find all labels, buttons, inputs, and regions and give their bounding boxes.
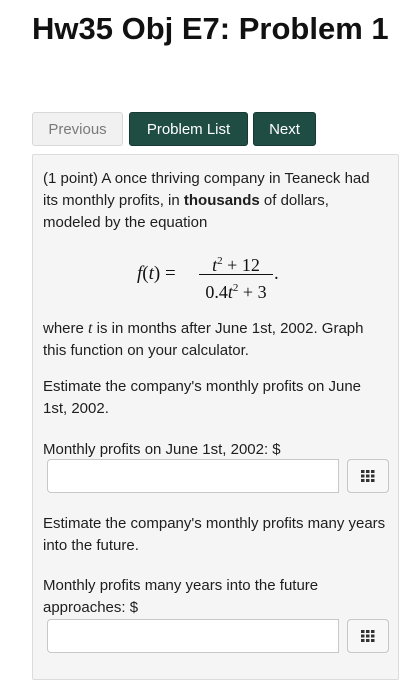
keypad-button-1[interactable]	[347, 459, 389, 493]
problem-panel: (1 point) A once thriving company in Tea…	[32, 154, 399, 680]
previous-button[interactable]: Previous	[32, 112, 123, 146]
bold-thousands: thousands	[183, 192, 260, 209]
answer-row-2	[47, 619, 389, 653]
estimate-prompt-2: Estimate the company's monthly profits m…	[43, 515, 386, 554]
estimate-prompt-1: Estimate the company's monthly profits o…	[43, 378, 362, 417]
answer-label-2: Monthly profits many years into the futu…	[43, 577, 319, 616]
equation-fraction: t2 + 12 0.4t2 + 3	[199, 249, 273, 302]
problem-nav: Previous Problem List Next	[32, 112, 316, 146]
answer-row-1	[47, 459, 389, 493]
profit-equation: f(t) = t2 + 12 0.4t2 + 3 .	[137, 249, 317, 302]
page-title: Hw35 Obj E7: Problem 1	[32, 11, 389, 46]
answer-label-1: Monthly profits on June 1st, 2002: $	[43, 441, 281, 458]
equation-numerator: t2 + 12	[212, 255, 260, 275]
equation-lhs: f(t) =	[137, 263, 176, 284]
next-button[interactable]: Next	[253, 112, 316, 146]
problem-intro: (1 point) A once thriving company in Tea…	[43, 170, 370, 231]
keypad-button-2[interactable]	[347, 619, 389, 653]
keypad-grid-icon	[361, 470, 375, 482]
equation-denominator: 0.4t2 + 3	[205, 282, 267, 302]
answer-input-1[interactable]	[47, 459, 339, 493]
variable-description: where t is in months after June 1st, 200…	[43, 320, 364, 359]
keypad-grid-icon	[361, 630, 375, 642]
answer-input-2[interactable]	[47, 619, 339, 653]
equation-period: .	[274, 263, 279, 284]
problem-list-button[interactable]: Problem List	[129, 112, 248, 146]
